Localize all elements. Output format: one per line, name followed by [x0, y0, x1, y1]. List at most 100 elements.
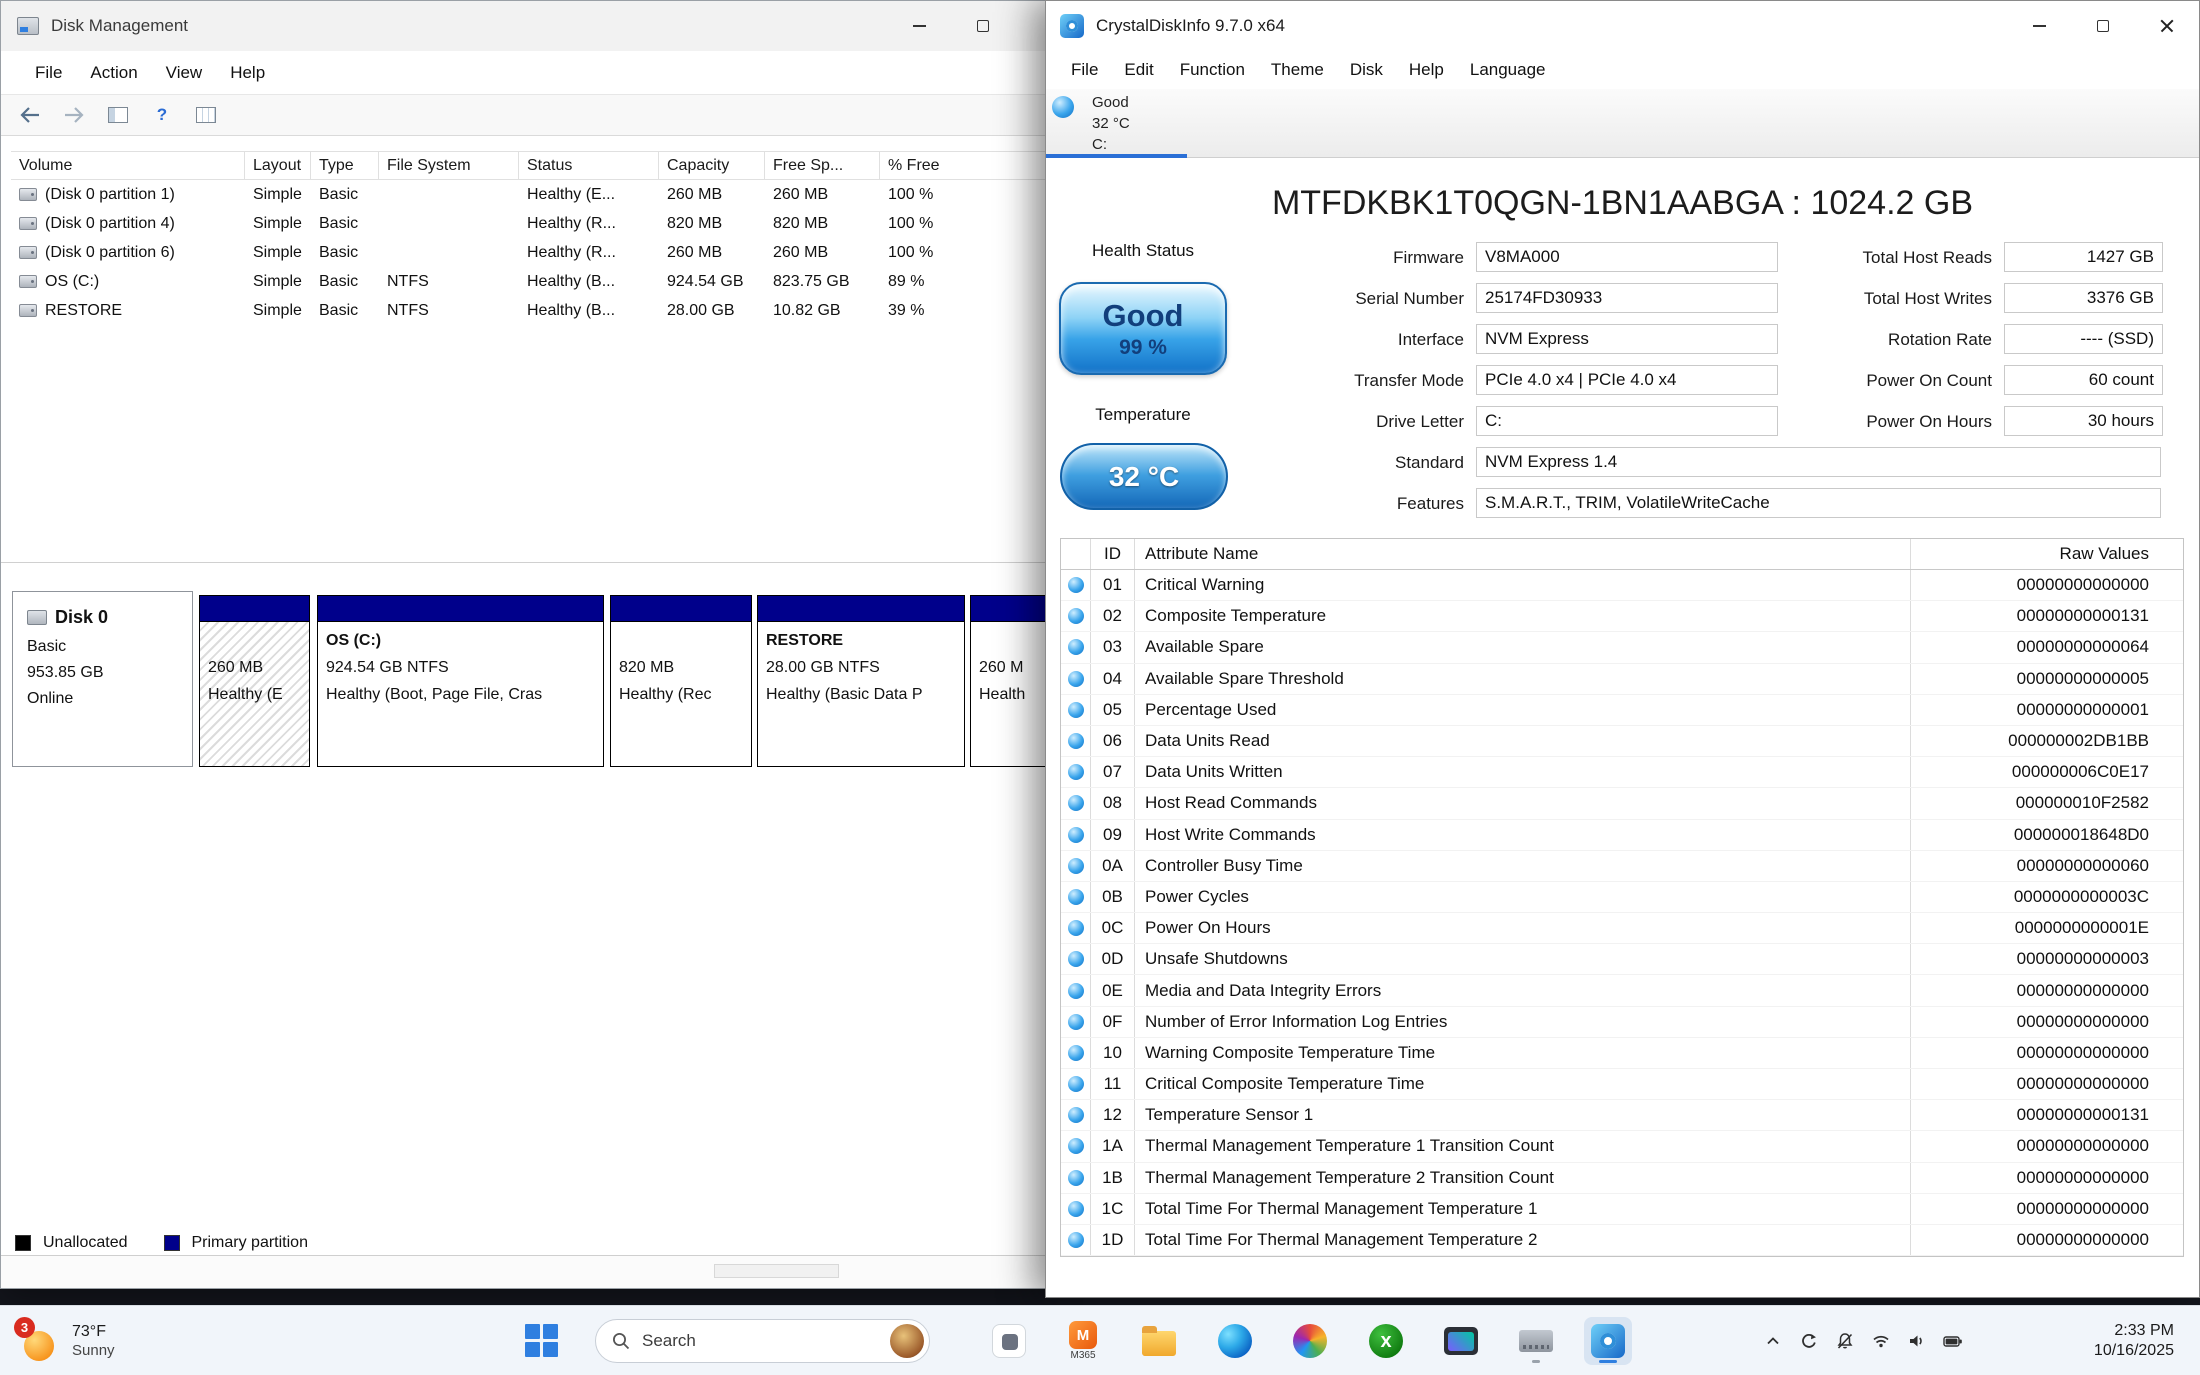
partition-block-restore[interactable]: RESTORE 28.00 GB NTFS Healthy (Basic Dat… — [757, 595, 965, 767]
smart-attribute-name-cell: Host Read Commands — [1135, 788, 1911, 818]
drive-tab-c[interactable]: Good 32 °C C: — [1046, 89, 1187, 158]
cdi-minimize-button[interactable] — [2007, 1, 2071, 51]
file-system-cell: NTFS — [379, 267, 519, 296]
smart-status-good-icon — [1068, 639, 1084, 655]
network-button[interactable] — [1863, 1306, 1899, 1375]
console-tree-button[interactable] — [103, 100, 133, 130]
do-not-disturb-button[interactable] — [1827, 1306, 1863, 1375]
smart-raw-value-cell: 000000010F2582 — [1911, 788, 2183, 818]
cdi-menu-item[interactable]: Theme — [1258, 55, 1337, 85]
smart-status-good-icon — [1068, 920, 1084, 936]
partition-block-5[interactable]: 260 M Health — [970, 595, 1046, 767]
weather-widget[interactable]: 3 73°F Sunny — [16, 1306, 115, 1375]
cdi-titlebar[interactable]: CrystalDiskInfo 9.7.0 x64 — [1046, 1, 2199, 51]
column-header-layout[interactable]: Layout — [245, 152, 311, 179]
column-header-status[interactable]: Status — [519, 152, 659, 179]
info-label: Rotation Rate — [1746, 319, 2004, 360]
clock-time: 2:33 PM — [2094, 1321, 2174, 1341]
action-pane-button[interactable] — [191, 100, 221, 130]
dm-maximize-button[interactable] — [951, 1, 1015, 51]
smart-status-cell — [1061, 820, 1091, 850]
forward-button[interactable] — [59, 100, 89, 130]
cdi-menu-item[interactable]: Language — [1457, 55, 1559, 85]
dm-menu-item[interactable]: Action — [76, 58, 151, 88]
smart-id-cell: 01 — [1091, 570, 1135, 600]
status-cell: Healthy (B... — [519, 296, 659, 325]
disk-management-titlebar[interactable]: Disk Management — [1, 1, 1045, 51]
smart-attribute-name-cell: Total Time For Thermal Management Temper… — [1135, 1194, 1911, 1224]
smart-status-good-icon — [1068, 764, 1084, 780]
disk0-panel[interactable]: Disk 0 Basic 953.85 GB Online — [12, 591, 193, 767]
column-header-capacity[interactable]: Capacity — [659, 152, 765, 179]
edge-button[interactable] — [1211, 1317, 1259, 1365]
column-header-pct-free[interactable]: % Free — [880, 152, 1046, 179]
dm-menu-item[interactable]: View — [152, 58, 217, 88]
partition-block-3[interactable]: 820 MB Healthy (Rec — [610, 595, 752, 767]
column-header-volume[interactable]: Volume — [11, 152, 245, 179]
file-explorer-button[interactable] — [1135, 1317, 1183, 1365]
tray-overflow-button[interactable] — [1755, 1306, 1791, 1375]
volume-row[interactable]: OS (C:) Simple Basic NTFS Healthy (B... … — [11, 267, 1046, 296]
layout-cell: Simple — [245, 209, 311, 238]
cdi-menu-item[interactable]: Disk — [1337, 55, 1396, 85]
smart-status-column-header — [1061, 539, 1091, 569]
smart-id-cell: 05 — [1091, 695, 1135, 725]
cdi-menu-item[interactable]: Help — [1396, 55, 1457, 85]
smart-status-good-icon — [1068, 951, 1084, 967]
start-button[interactable] — [525, 1324, 559, 1358]
cdi-close-button[interactable] — [2135, 1, 2199, 51]
cdi-maximize-button[interactable] — [2071, 1, 2135, 51]
m365-label: M365 — [1070, 1350, 1095, 1361]
xbox-button[interactable]: x — [1362, 1317, 1410, 1365]
disk-tool-button[interactable] — [1512, 1317, 1560, 1365]
cdi-menu-item[interactable]: Function — [1167, 55, 1258, 85]
column-header-file-system[interactable]: File System — [379, 152, 519, 179]
help-button[interactable]: ? — [147, 100, 177, 130]
back-button[interactable] — [15, 100, 45, 130]
free-space-cell: 260 MB — [765, 180, 880, 209]
partition-block-1[interactable]: 260 MB Healthy (E — [199, 595, 310, 767]
crystaldiskinfo-window: CrystalDiskInfo 9.7.0 x64 File Edit Func… — [1045, 0, 2200, 1298]
smart-status-cell — [1061, 632, 1091, 662]
partition-name: RESTORE — [766, 627, 960, 654]
battery-button[interactable] — [1935, 1306, 1971, 1375]
partition-block-os-c[interactable]: OS (C:) 924.54 GB NTFS Healthy (Boot, Pa… — [317, 595, 604, 767]
status-cell: Healthy (E... — [519, 180, 659, 209]
unallocated-label: Unallocated — [43, 1234, 128, 1252]
smart-attribute-row: 10 Warning Composite Temperature Time 00… — [1061, 1038, 2183, 1069]
partition-status: Healthy (E — [208, 681, 305, 708]
capacity-cell: 28.00 GB — [659, 296, 765, 325]
column-header-free-space[interactable]: Free Sp... — [765, 152, 880, 179]
partition-status: Health — [979, 681, 1046, 708]
cdi-menu-item[interactable]: Edit — [1111, 55, 1166, 85]
smart-attribute-row: 0F Number of Error Information Log Entri… — [1061, 1007, 2183, 1038]
smart-id-cell: 06 — [1091, 726, 1135, 756]
update-tray-button[interactable] — [1791, 1306, 1827, 1375]
search-box[interactable]: Search — [595, 1319, 930, 1363]
colorful-app-button[interactable] — [1286, 1317, 1334, 1365]
cdi-menu-item[interactable]: File — [1058, 55, 1111, 85]
volume-row[interactable]: RESTORE Simple Basic NTFS Healthy (B... … — [11, 296, 1046, 325]
pct-free-cell: 100 % — [880, 180, 1046, 209]
smart-status-cell — [1061, 726, 1091, 756]
pinned-app-1-button[interactable] — [985, 1317, 1033, 1365]
volume-row[interactable]: (Disk 0 partition 4) Simple Basic Health… — [11, 209, 1046, 238]
smart-raw-value-cell: 00000000000131 — [1911, 1100, 2183, 1130]
volume-row[interactable]: (Disk 0 partition 6) Simple Basic Health… — [11, 238, 1046, 267]
column-header-type[interactable]: Type — [311, 152, 379, 179]
smart-status-good-icon — [1068, 733, 1084, 749]
m365-copilot-button[interactable]: M M365 — [1059, 1317, 1107, 1365]
dm-menu-item[interactable]: File — [21, 58, 76, 88]
dm-menu-item[interactable]: Help — [216, 58, 279, 88]
crystaldiskinfo-taskbar-button[interactable] — [1584, 1317, 1632, 1365]
volume-button[interactable] — [1899, 1306, 1935, 1375]
smart-status-cell — [1061, 788, 1091, 818]
dm-minimize-button[interactable] — [887, 1, 951, 51]
smart-status-cell — [1061, 695, 1091, 725]
volume-row[interactable]: (Disk 0 partition 1) Simple Basic Health… — [11, 180, 1046, 209]
info-label: Power On Count — [1746, 360, 2004, 401]
taskbar-clock[interactable]: 2:33 PM 10/16/2025 — [2094, 1306, 2174, 1375]
smart-attribute-name-cell: Thermal Management Temperature 1 Transit… — [1135, 1131, 1911, 1161]
monitor-app-button[interactable] — [1437, 1317, 1485, 1365]
info-label: Serial Number — [1206, 278, 1476, 319]
